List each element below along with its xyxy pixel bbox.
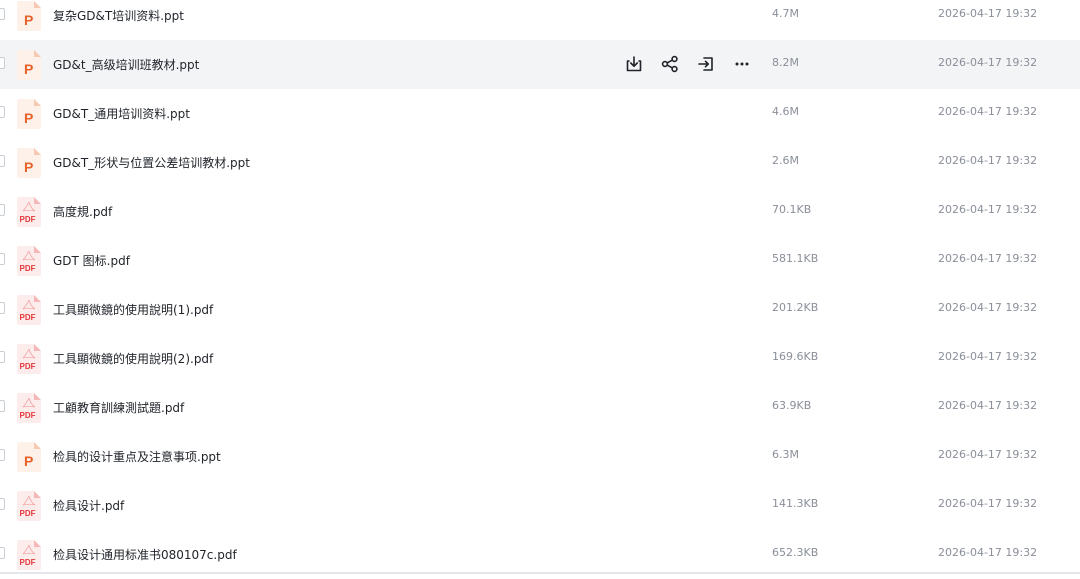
pdf-file-icon: PDF: [17, 491, 41, 521]
file-name[interactable]: 检具设计通用标准书080107c.pdf: [53, 546, 237, 563]
file-row[interactable]: P GD&T_通用培训资料.ppt 4.6M 2026-04-17 19:32: [0, 89, 1080, 138]
file-list: P 复杂GD&T培训资料.ppt 4.7M 2026-04-17 19:32 P…: [0, 0, 1080, 579]
row-checkbox[interactable]: [0, 302, 5, 314]
file-name[interactable]: GD&T_形状与位置公差培训教材.ppt: [53, 154, 250, 171]
file-name[interactable]: 高度規.pdf: [53, 203, 112, 220]
file-date: 2026-04-17 19:32: [938, 203, 1038, 216]
file-date: 2026-04-17 19:32: [938, 399, 1038, 412]
ppt-file-icon: P: [17, 1, 41, 31]
file-size: 652.3KB: [772, 546, 819, 559]
row-checkbox[interactable]: [0, 449, 5, 461]
file-row[interactable]: PDF 高度規.pdf 70.1KB 2026-04-17 19:32: [0, 187, 1080, 236]
file-row[interactable]: PDF 检具设计.pdf 141.3KB 2026-04-17 19:32: [0, 481, 1080, 530]
ppt-file-icon: P: [17, 148, 41, 178]
row-checkbox[interactable]: [0, 204, 5, 216]
row-checkbox[interactable]: [0, 106, 5, 118]
file-name[interactable]: 工具顯微鏡的使用說明(2).pdf: [53, 350, 213, 367]
file-row[interactable]: PDF 工具顯微鏡的使用說明(1).pdf 201.2KB 2026-04-17…: [0, 285, 1080, 334]
file-date: 2026-04-17 19:32: [938, 350, 1038, 363]
share-icon[interactable]: [660, 54, 680, 74]
file-date: 2026-04-17 19:32: [938, 252, 1038, 265]
ppt-file-icon: P: [17, 99, 41, 129]
file-name[interactable]: 工具顯微鏡的使用說明(1).pdf: [53, 301, 213, 318]
svg-text:PDF: PDF: [20, 362, 36, 371]
file-name[interactable]: GDT 图标.pdf: [53, 252, 130, 269]
file-size: 4.7M: [772, 7, 799, 20]
file-row[interactable]: PDF 工顧教育訓練測試題.pdf 63.9KB 2026-04-17 19:3…: [0, 383, 1080, 432]
file-size: 4.6M: [772, 105, 799, 118]
file-row[interactable]: P 复杂GD&T培训资料.ppt 4.7M 2026-04-17 19:32: [0, 0, 1080, 40]
pdf-file-icon: PDF: [17, 344, 41, 374]
svg-text:PDF: PDF: [20, 215, 36, 224]
pdf-file-icon: PDF: [17, 197, 41, 227]
svg-text:P: P: [24, 12, 33, 28]
file-row[interactable]: PDF 工具顯微鏡的使用說明(2).pdf 169.6KB 2026-04-17…: [0, 334, 1080, 383]
pdf-file-icon: PDF: [17, 393, 41, 423]
file-size: 201.2KB: [772, 301, 819, 314]
file-date: 2026-04-17 19:32: [938, 301, 1038, 314]
row-checkbox[interactable]: [0, 547, 5, 559]
svg-text:PDF: PDF: [20, 411, 36, 420]
file-size: 6.3M: [772, 448, 799, 461]
row-checkbox[interactable]: [0, 351, 5, 363]
row-checkbox[interactable]: [0, 8, 5, 20]
pdf-file-icon: PDF: [17, 295, 41, 325]
svg-text:P: P: [24, 110, 33, 126]
file-row[interactable]: P GD&T_形状与位置公差培训教材.ppt 2.6M 2026-04-17 1…: [0, 138, 1080, 187]
file-size: 63.9KB: [772, 399, 812, 412]
file-size: 581.1KB: [772, 252, 819, 265]
file-name[interactable]: GD&T_通用培训资料.ppt: [53, 105, 190, 122]
row-checkbox[interactable]: [0, 498, 5, 510]
download-icon[interactable]: [624, 54, 644, 74]
file-date: 2026-04-17 19:32: [938, 154, 1038, 167]
svg-text:P: P: [24, 61, 33, 77]
row-checkbox[interactable]: [0, 253, 5, 265]
row-checkbox[interactable]: [0, 155, 5, 167]
file-name[interactable]: 工顧教育訓練測試題.pdf: [53, 399, 184, 416]
file-row[interactable]: P 检具的设计重点及注意事项.ppt 6.3M 2026-04-17 19:32: [0, 432, 1080, 481]
pdf-file-icon: PDF: [17, 540, 41, 570]
file-size: 8.2M: [772, 56, 799, 69]
file-date: 2026-04-17 19:32: [938, 448, 1038, 461]
move-icon[interactable]: [696, 54, 716, 74]
file-size: 70.1KB: [772, 203, 812, 216]
file-size: 141.3KB: [772, 497, 819, 510]
file-name[interactable]: GD&t_高级培训班教材.ppt: [53, 56, 199, 73]
file-date: 2026-04-17 19:32: [938, 105, 1038, 118]
svg-text:PDF: PDF: [20, 509, 36, 518]
svg-text:PDF: PDF: [20, 264, 36, 273]
file-date: 2026-04-17 19:32: [938, 546, 1038, 559]
file-name[interactable]: 复杂GD&T培训资料.ppt: [53, 7, 184, 24]
file-row[interactable]: PDF GDT 图标.pdf 581.1KB 2026-04-17 19:32: [0, 236, 1080, 285]
row-checkbox[interactable]: [0, 57, 5, 69]
more-icon[interactable]: [732, 54, 752, 74]
file-name[interactable]: 检具设计.pdf: [53, 497, 124, 514]
pdf-file-icon: PDF: [17, 246, 41, 276]
ppt-file-icon: P: [17, 442, 41, 472]
file-row[interactable]: P GD&t_高级培训班教材.ppt 8.2M 2026-04-17 19:32: [0, 40, 1080, 89]
svg-text:PDF: PDF: [20, 558, 36, 567]
file-size: 169.6KB: [772, 350, 819, 363]
ppt-file-icon: P: [17, 50, 41, 80]
svg-text:P: P: [24, 159, 33, 175]
file-date: 2026-04-17 19:32: [938, 7, 1038, 20]
file-size: 2.6M: [772, 154, 799, 167]
file-date: 2026-04-17 19:32: [938, 497, 1038, 510]
row-checkbox[interactable]: [0, 400, 5, 412]
file-name[interactable]: 检具的设计重点及注意事项.ppt: [53, 448, 221, 465]
file-date: 2026-04-17 19:32: [938, 56, 1038, 69]
svg-text:P: P: [24, 453, 33, 469]
svg-text:PDF: PDF: [20, 313, 36, 322]
